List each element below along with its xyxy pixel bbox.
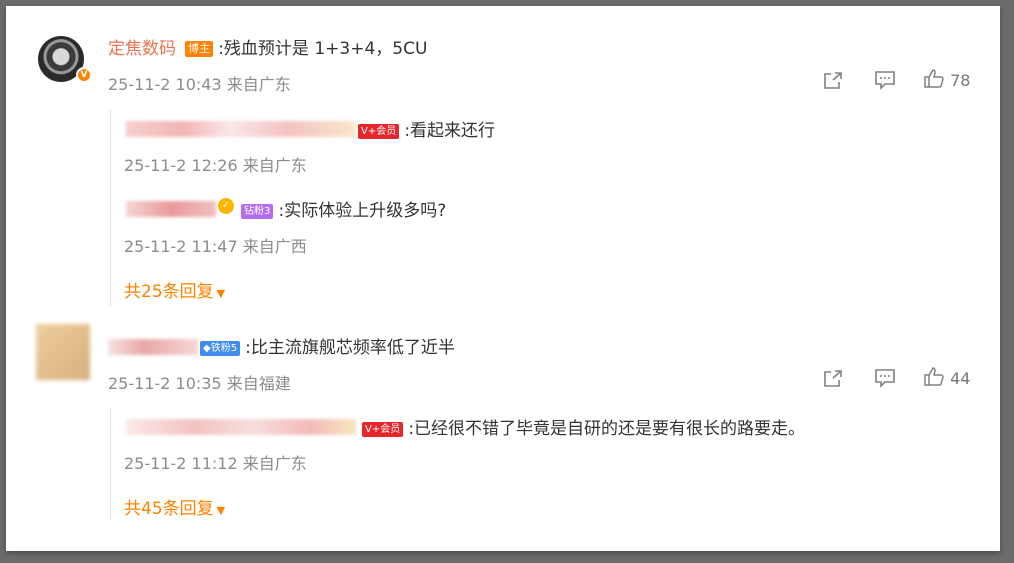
like-button[interactable]: 78 <box>923 69 970 90</box>
reply-header: V+会员 :看起来还行 <box>358 116 495 141</box>
more-replies-label: 共25条回复 <box>124 282 214 302</box>
comment-header: 定焦数码 博主 :残血预计是 1+3+4，5CU <box>108 34 427 59</box>
caret-down-icon: ▼ <box>216 287 226 300</box>
thumbs-up-icon <box>923 367 945 387</box>
avatar[interactable] <box>36 324 90 380</box>
verified-icon: ✓ <box>218 198 234 214</box>
iron-fan-badge: ◆铁粉5 <box>200 341 241 356</box>
reply-divider <box>110 110 111 306</box>
diamond-fan-badge: 钻粉3 <box>241 204 274 219</box>
reply-header: 钻粉3 :实际体验上升级多吗? <box>241 196 446 221</box>
comment-icon[interactable] <box>874 368 896 388</box>
like-count: 78 <box>950 71 971 90</box>
thumbs-up-icon <box>923 69 945 89</box>
username[interactable]: 定焦数码 <box>108 39 176 59</box>
reply-text: :看起来还行 <box>404 121 496 141</box>
vip-badge: V+会员 <box>358 124 400 139</box>
blogger-badge: 博主 <box>185 41 214 57</box>
like-button[interactable]: 44 <box>923 367 970 388</box>
blurred-username <box>108 339 198 355</box>
blurred-username <box>126 201 216 217</box>
reply-divider <box>110 408 111 520</box>
comment-panel: V 定焦数码 博主 :残血预计是 1+3+4，5CU 25-11-2 10:43… <box>6 6 1000 551</box>
reply-meta: 25-11-2 11:12 来自广东 <box>124 454 307 473</box>
reply-header: V+会员 :已经很不错了毕竟是自研的还是要有很长的路要走。 <box>362 414 805 439</box>
reply-meta: 25-11-2 11:47 来自广西 <box>124 237 307 256</box>
more-replies-link[interactable]: 共45条回复 ▼ <box>124 494 225 519</box>
share-icon[interactable] <box>822 71 844 91</box>
comment-text: :残血预计是 1+3+4，5CU <box>218 39 428 59</box>
reply-text: :已经很不错了毕竟是自研的还是要有很长的路要走。 <box>408 419 806 439</box>
blurred-username <box>126 419 356 435</box>
blurred-username <box>126 121 356 137</box>
comment-header: ◆铁粉5 :比主流旗舰芯频率低了近半 <box>200 333 455 358</box>
reply-text: :实际体验上升级多吗? <box>278 201 447 221</box>
comment-meta: 25-11-2 10:43 来自广东 <box>108 75 291 94</box>
more-replies-link[interactable]: 共25条回复 ▼ <box>124 277 225 302</box>
caret-down-icon: ▼ <box>216 504 226 517</box>
like-count: 44 <box>950 369 971 388</box>
vip-badge: V+会员 <box>362 422 404 437</box>
reply-meta: 25-11-2 12:26 来自广东 <box>124 156 307 175</box>
comment-icon[interactable] <box>874 70 896 90</box>
verified-badge: V <box>76 67 92 83</box>
comment-text: :比主流旗舰芯频率低了近半 <box>245 338 455 358</box>
comment-meta: 25-11-2 10:35 来自福建 <box>108 374 291 393</box>
share-icon[interactable] <box>822 369 844 389</box>
more-replies-label: 共45条回复 <box>124 499 214 519</box>
